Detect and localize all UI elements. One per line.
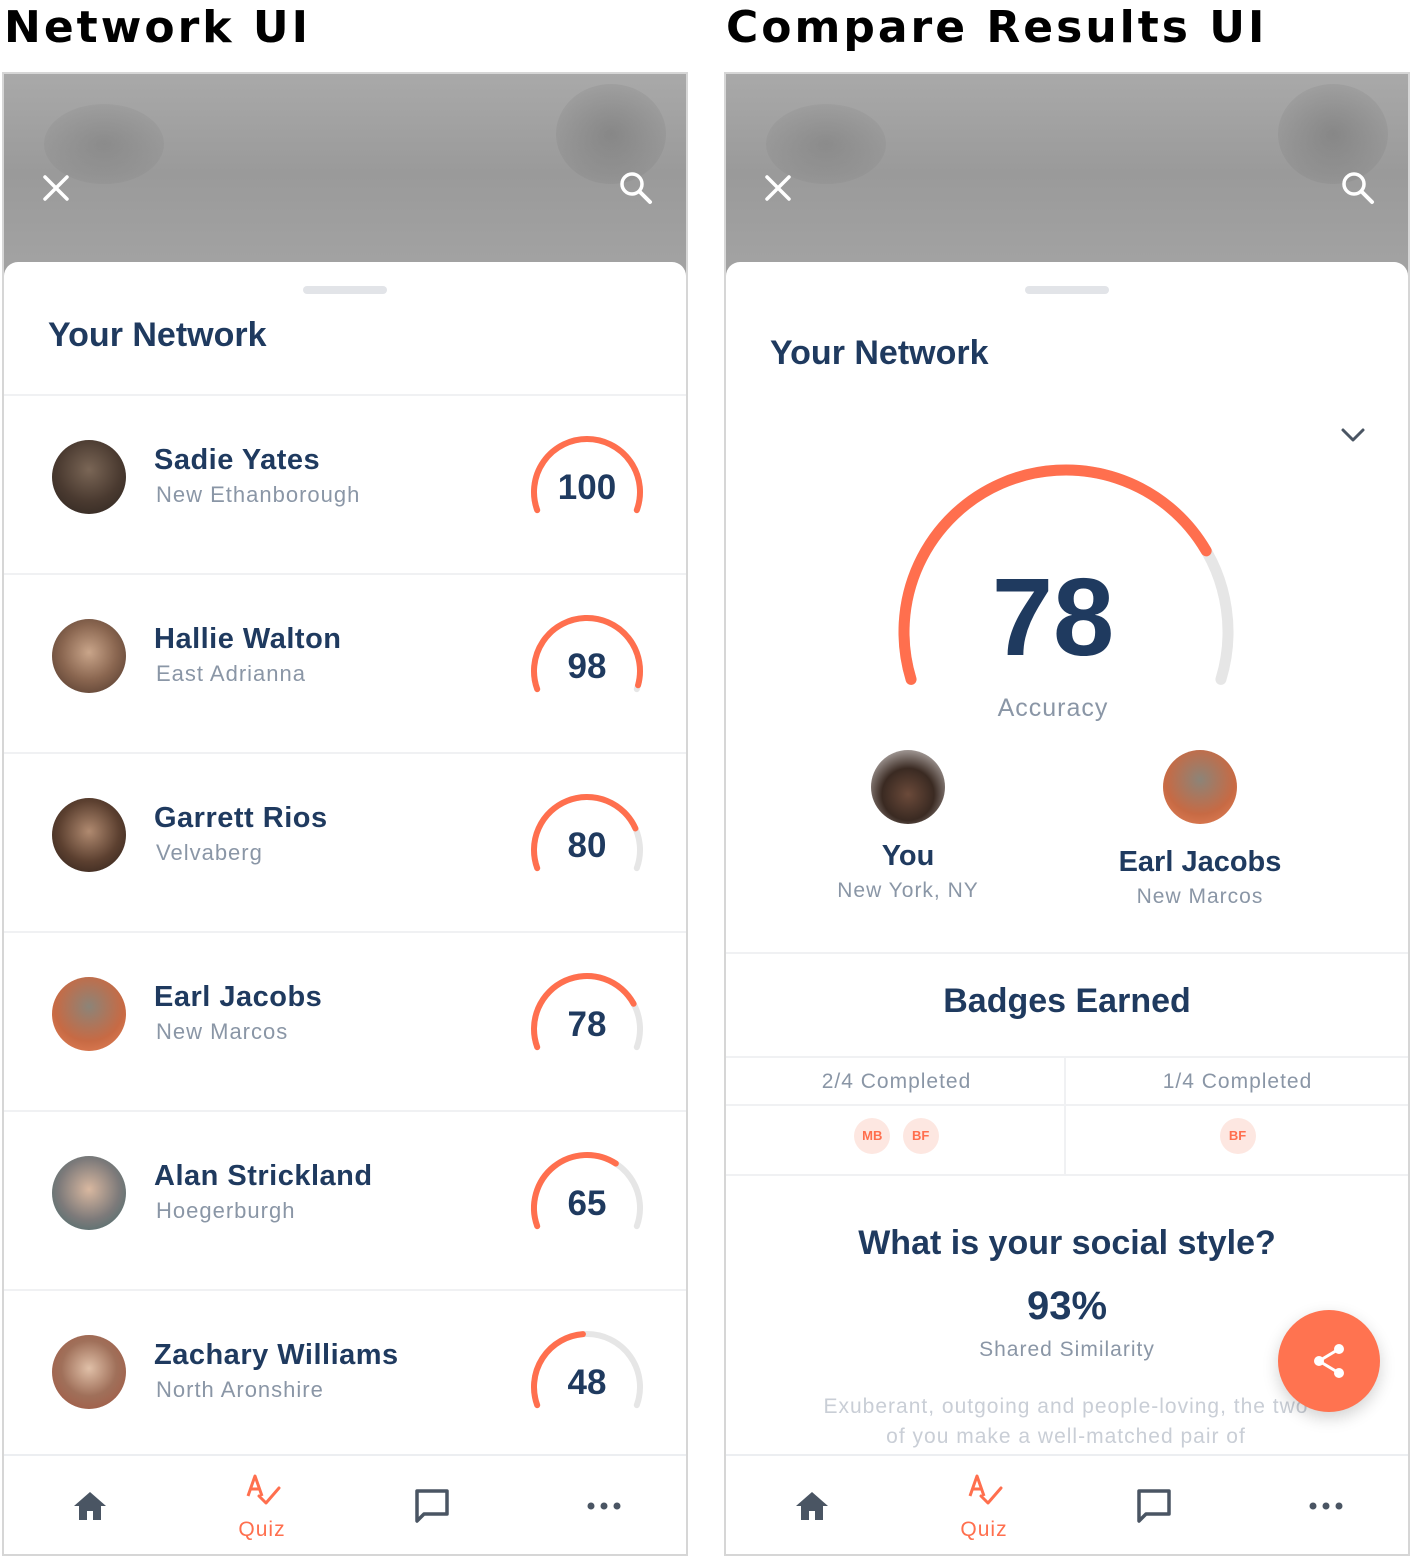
network-screen: Your Network Sadie Yates New Ethanboroug…: [2, 72, 688, 1556]
accuracy-label: Accuracy: [997, 694, 1109, 722]
badges-you: 2/4 Completed MB BF: [726, 1058, 1067, 1154]
bottom-nav: Quiz: [4, 1454, 686, 1554]
right-panel-title: Compare Results UI: [726, 2, 1268, 53]
nav-more[interactable]: [554, 1456, 654, 1554]
nav-home[interactable]: [40, 1456, 140, 1554]
nav-quiz[interactable]: Quiz: [934, 1456, 1034, 1554]
network-row[interactable]: Earl Jacobs New Marcos 78: [4, 933, 686, 1112]
badge-pill[interactable]: MB: [854, 1118, 891, 1154]
network-sheet: Your Network Sadie Yates New Ethanboroug…: [4, 262, 686, 1554]
bottom-nav: Quiz: [726, 1454, 1408, 1554]
other-profile[interactable]: Earl Jacobs New Marcos: [1070, 750, 1330, 909]
badges-other: 1/4 Completed BF: [1067, 1058, 1408, 1154]
score-value: 98: [567, 647, 607, 686]
person-name: Alan Strickland: [154, 1160, 373, 1192]
more-icon: [587, 1502, 621, 1510]
nav-chat[interactable]: [1104, 1456, 1204, 1554]
person-city: Velvaberg: [156, 840, 263, 865]
close-icon[interactable]: [760, 170, 796, 206]
person-city: New Marcos: [156, 1019, 289, 1044]
avatar: [1163, 750, 1237, 824]
blurred-header: [4, 74, 686, 294]
network-list: Sadie Yates New Ethanborough 100 Hallie …: [4, 394, 686, 1470]
avatar: [52, 798, 126, 872]
compare-screen: Your Network 78 Accuracy You New York, N…: [724, 72, 1410, 1556]
nav-quiz-label: Quiz: [960, 1518, 1008, 1541]
network-row[interactable]: Garrett Rios Velvaberg 80: [4, 754, 686, 933]
home-icon: [74, 1492, 106, 1520]
share-button[interactable]: [1278, 1310, 1380, 1412]
share-icon: [1314, 1344, 1344, 1378]
left-panel-title: Network UI: [4, 2, 311, 53]
chat-icon: [415, 1489, 449, 1523]
close-icon[interactable]: [38, 170, 74, 206]
person-name: Hallie Walton: [154, 623, 342, 655]
drag-handle[interactable]: [303, 286, 387, 294]
chat-icon: [1137, 1489, 1171, 1523]
person-city: East Adrianna: [156, 661, 306, 686]
compare-sheet: Your Network 78 Accuracy You New York, N…: [726, 262, 1408, 1554]
person-name: Zachary Williams: [154, 1339, 399, 1371]
quiz-icon: [968, 1474, 1003, 1505]
social-description: Exuberant, outgoing and people-loving, t…: [823, 1395, 1309, 1448]
score-value: 80: [567, 826, 607, 865]
network-row[interactable]: Alan Strickland Hoegerburgh 65: [4, 1112, 686, 1291]
person-name: Earl Jacobs: [154, 981, 323, 1013]
divider: [726, 1174, 1408, 1176]
search-icon[interactable]: [618, 170, 654, 206]
person-name: You: [881, 840, 935, 872]
person-city: New Ethanborough: [156, 482, 361, 507]
badge-pill[interactable]: BF: [902, 1118, 939, 1154]
score-value: 65: [567, 1184, 607, 1223]
person-name: Sadie Yates: [154, 444, 321, 476]
score-value: 100: [557, 468, 617, 507]
nav-more[interactable]: [1276, 1456, 1376, 1554]
nav-chat[interactable]: [382, 1456, 482, 1554]
person-name: Earl Jacobs: [1118, 846, 1282, 878]
network-row[interactable]: Sadie Yates New Ethanborough 100: [4, 396, 686, 575]
person-city: Hoegerburgh: [156, 1198, 296, 1223]
network-row[interactable]: Zachary Williams North Aronshire 48: [4, 1291, 686, 1470]
page-title: Your Network: [48, 316, 267, 354]
score-value: 48: [567, 1363, 607, 1402]
home-icon: [796, 1492, 828, 1520]
nav-quiz-label: Quiz: [238, 1518, 286, 1541]
person-name: Garrett Rios: [154, 802, 328, 834]
accuracy-value: 78: [991, 556, 1115, 679]
search-icon[interactable]: [1340, 170, 1376, 206]
nav-home[interactable]: [762, 1456, 862, 1554]
chevron-down-icon[interactable]: [1338, 424, 1368, 446]
avatar: [52, 1335, 126, 1409]
quiz-icon: [246, 1474, 281, 1505]
social-question: What is your social style?: [858, 1224, 1276, 1262]
drag-handle[interactable]: [1025, 286, 1109, 294]
person-city: North Aronshire: [156, 1377, 324, 1402]
badge-pill[interactable]: BF: [1219, 1118, 1256, 1154]
page-title: Your Network: [770, 334, 989, 372]
badges-progress: 2/4 Completed: [821, 1070, 972, 1093]
person-city: New York, NY: [837, 879, 979, 902]
divider: [726, 952, 1408, 954]
avatar: [52, 1156, 126, 1230]
avatar: [52, 619, 126, 693]
avatar: [871, 750, 945, 824]
avatar: [52, 440, 126, 514]
nav-quiz[interactable]: Quiz: [212, 1456, 312, 1554]
avatar: [52, 977, 126, 1051]
badges-progress: 1/4 Completed: [1162, 1070, 1313, 1093]
person-city: New Marcos: [1136, 885, 1264, 908]
badges-title: Badges Earned: [943, 982, 1191, 1020]
blurred-header: [726, 74, 1408, 294]
more-icon: [1309, 1502, 1343, 1510]
score-value: 78: [567, 1005, 607, 1044]
you-profile[interactable]: You New York, NY: [778, 750, 1038, 903]
network-row[interactable]: Hallie Walton East Adrianna 98: [4, 575, 686, 754]
